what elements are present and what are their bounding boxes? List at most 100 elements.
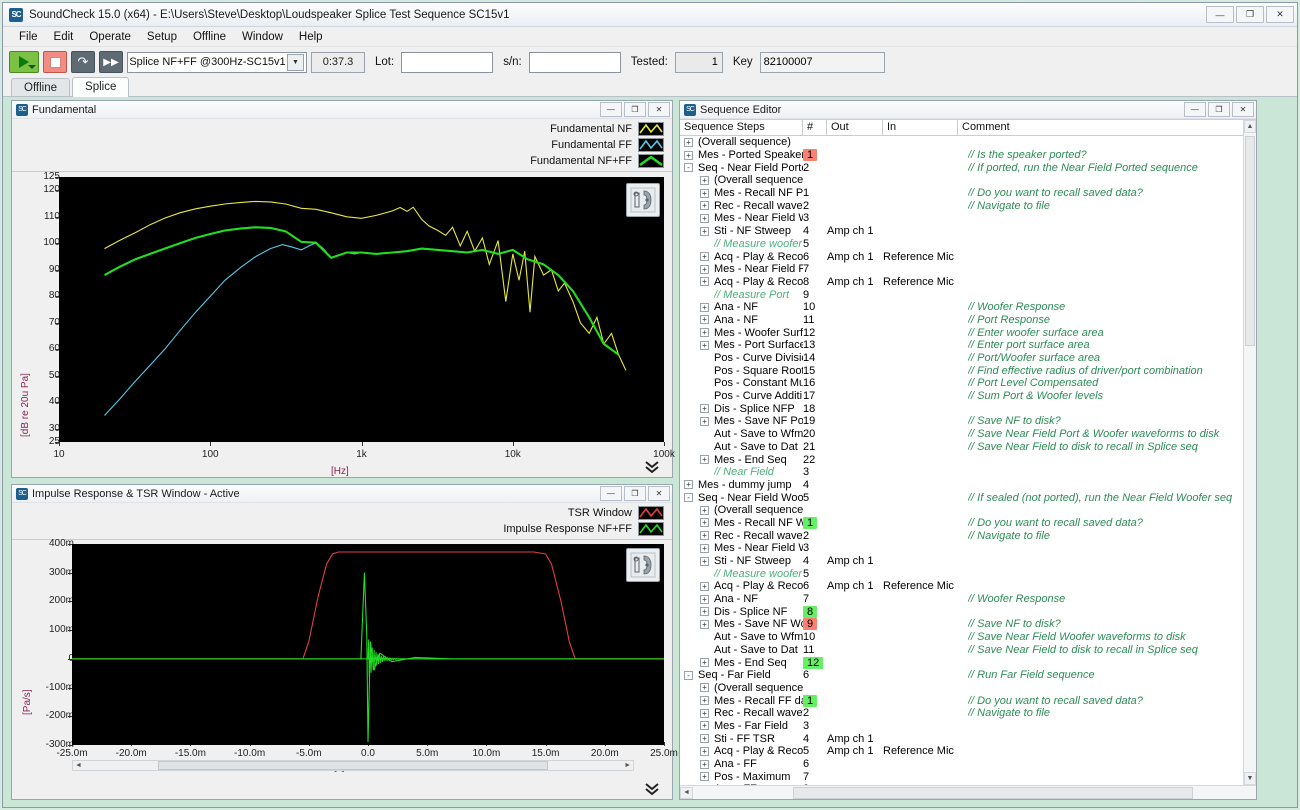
expand-icon[interactable]: +: [684, 480, 693, 489]
step-name-cell[interactable]: +Acq - Play & Reco: [680, 745, 803, 757]
step-name-cell[interactable]: +Mes - Near Field W: [680, 212, 803, 224]
column-header-out[interactable]: Out: [827, 120, 883, 135]
step-name-cell[interactable]: +Ana - NF: [680, 314, 803, 326]
legend-swatch-icon[interactable]: [638, 506, 664, 520]
step-name-cell[interactable]: // Near Field: [680, 466, 803, 478]
expand-icon[interactable]: +: [700, 557, 709, 566]
step-name-cell[interactable]: +Ana - NF: [680, 593, 803, 605]
scroll-left-arrow-icon[interactable]: ◄: [680, 787, 693, 799]
legend-swatch-icon[interactable]: [638, 138, 664, 152]
table-row[interactable]: +Acq - Play & Reco5Amp ch 1Reference Mic: [680, 745, 1256, 758]
table-row[interactable]: +Mes - Recall FF da1// Do you want to re…: [680, 694, 1256, 707]
minimize-button[interactable]: —: [1184, 102, 1206, 117]
table-row[interactable]: +(Overall sequence): [680, 136, 1256, 149]
table-row[interactable]: +Acq - Play & Reco6Amp ch 1Reference Mic: [680, 250, 1256, 263]
table-row[interactable]: +Mes - Save NF Wo9// Save NF to disk?: [680, 618, 1256, 631]
scrollbar-thumb[interactable]: [1245, 136, 1255, 346]
menu-item-operate[interactable]: Operate: [81, 29, 139, 45]
menu-item-help[interactable]: Help: [291, 29, 331, 45]
expand-icon[interactable]: +: [700, 772, 709, 781]
scroll-down-chevron-icon[interactable]: [644, 459, 660, 475]
table-row[interactable]: +Acq - Play & Reco6Amp ch 1Reference Mic: [680, 580, 1256, 593]
column-header-comment[interactable]: Comment: [958, 120, 1256, 135]
expand-icon[interactable]: +: [700, 607, 709, 616]
expand-icon[interactable]: +: [700, 582, 709, 591]
legend-entry-fundamental-nf[interactable]: Fundamental NF: [550, 122, 664, 136]
step-name-cell[interactable]: -Seq - Near Field Woo: [680, 492, 803, 504]
table-row[interactable]: +Rec - Recall wavef2// Navigate to file: [680, 707, 1256, 720]
sequence-vertical-scrollbar[interactable]: ▲ ▼: [1243, 120, 1256, 799]
table-row[interactable]: -Seq - Near Field Porte2// If ported, ru…: [680, 161, 1256, 174]
collapse-icon[interactable]: -: [684, 163, 693, 172]
maximize-button[interactable]: ❐: [624, 102, 646, 117]
step-name-cell[interactable]: Aut - Save to Dat: [680, 441, 803, 453]
step-name-cell[interactable]: +Acq - Play & Reco: [680, 276, 803, 288]
table-row[interactable]: Pos - Curve Additi17// Sum Port & Woofer…: [680, 390, 1256, 403]
expand-icon[interactable]: +: [700, 277, 709, 286]
table-row[interactable]: -Seq - Near Field Woo5// If sealed (not …: [680, 491, 1256, 504]
table-row[interactable]: +Mes - End Seq12: [680, 656, 1256, 669]
legend-entry-impulse-response-nf-ff[interactable]: Impulse Response NF+FF: [503, 522, 664, 536]
step-name-cell[interactable]: +(Overall sequence): [680, 136, 803, 148]
expand-icon[interactable]: +: [700, 303, 709, 312]
step-name-cell[interactable]: +Acq - Play & Reco: [680, 251, 803, 263]
step-name-cell[interactable]: +Mes - Port Surface: [680, 339, 803, 351]
expand-icon[interactable]: +: [700, 544, 709, 553]
collapse-icon[interactable]: -: [684, 493, 693, 502]
step-name-cell[interactable]: Pos - Curve Additi: [680, 390, 803, 402]
step-name-cell[interactable]: Aut - Save to Wfm: [680, 631, 803, 643]
table-row[interactable]: +Ana - NF7// Woofer Response: [680, 593, 1256, 606]
menu-item-window[interactable]: Window: [234, 29, 291, 45]
scroll-left-arrow-icon[interactable]: ◄: [73, 762, 84, 769]
step-name-cell[interactable]: +Sti - FF TSR: [680, 733, 803, 745]
step-name-cell[interactable]: +Mes - End Seq: [680, 454, 803, 466]
step-name-cell[interactable]: +Mes - Recall NF Pc: [680, 187, 803, 199]
column-header-sequence-steps[interactable]: Sequence Steps: [680, 120, 803, 135]
step-name-cell[interactable]: +Dis - Splice NFP: [680, 403, 803, 415]
step-name-cell[interactable]: -Seq - Far Field: [680, 669, 803, 681]
expand-icon[interactable]: +: [700, 531, 709, 540]
table-row[interactable]: +Ana - NF11// Port Response: [680, 314, 1256, 327]
scroll-down-arrow-icon[interactable]: ▼: [1244, 772, 1256, 785]
table-row[interactable]: +Dis - Splice NFP18: [680, 402, 1256, 415]
step-name-cell[interactable]: +Mes - Far Field: [680, 720, 803, 732]
step-name-cell[interactable]: +Mes - Near Field P: [680, 263, 803, 275]
table-row[interactable]: +Sti - NF Stweep4Amp ch 1: [680, 225, 1256, 238]
column-header-number[interactable]: #: [803, 120, 827, 135]
legend-swatch-icon[interactable]: [638, 522, 664, 536]
step-name-cell[interactable]: +Ana - NF: [680, 301, 803, 313]
step-name-cell[interactable]: // Measure woofer: [680, 568, 803, 580]
impulse-horizontal-scrollbar[interactable]: ◄ ►: [72, 760, 634, 771]
expand-icon[interactable]: +: [700, 721, 709, 730]
table-row[interactable]: +Mes - Save NF Por19// Save NF to disk?: [680, 415, 1256, 428]
table-row[interactable]: +Mes - Port Surface13// Enter port surfa…: [680, 339, 1256, 352]
expand-icon[interactable]: +: [700, 189, 709, 198]
expand-icon[interactable]: +: [700, 506, 709, 515]
expand-icon[interactable]: +: [700, 265, 709, 274]
table-row[interactable]: +Pos - Maximum7: [680, 770, 1256, 783]
table-row[interactable]: Pos - Curve Divisic14// Port/Woofer surf…: [680, 352, 1256, 365]
expand-icon[interactable]: +: [700, 328, 709, 337]
scroll-up-arrow-icon[interactable]: ▲: [1244, 120, 1256, 133]
table-row[interactable]: +Ana - FF6: [680, 758, 1256, 771]
step-name-cell[interactable]: Pos - Constant Mu: [680, 377, 803, 389]
close-button[interactable]: ✕: [648, 102, 670, 117]
scrollbar-thumb[interactable]: [158, 761, 548, 770]
close-button[interactable]: ✕: [648, 486, 670, 501]
expand-icon[interactable]: +: [700, 176, 709, 185]
expand-icon[interactable]: +: [700, 683, 709, 692]
expand-icon[interactable]: +: [700, 227, 709, 236]
column-header-in[interactable]: In: [883, 120, 958, 135]
scroll-right-arrow-icon[interactable]: ►: [622, 762, 633, 769]
menu-item-offline[interactable]: Offline: [185, 29, 234, 45]
menu-item-edit[interactable]: Edit: [46, 29, 82, 45]
step-name-cell[interactable]: +Acq - Play & Reco: [680, 580, 803, 592]
step-name-cell[interactable]: +Mes - End Seq: [680, 657, 803, 669]
table-row[interactable]: +Mes - Recall NF Pc1// Do you want to re…: [680, 187, 1256, 200]
table-row[interactable]: +Mes - Near Field P7: [680, 263, 1256, 276]
step-name-cell[interactable]: +(Overall sequence): [680, 174, 803, 186]
step-name-cell[interactable]: +Mes - Recall FF da: [680, 695, 803, 707]
step-name-cell[interactable]: +Pos - Maximum: [680, 771, 803, 783]
step-forward-button[interactable]: ▶▶: [99, 51, 123, 73]
minimize-button[interactable]: —: [600, 102, 622, 117]
